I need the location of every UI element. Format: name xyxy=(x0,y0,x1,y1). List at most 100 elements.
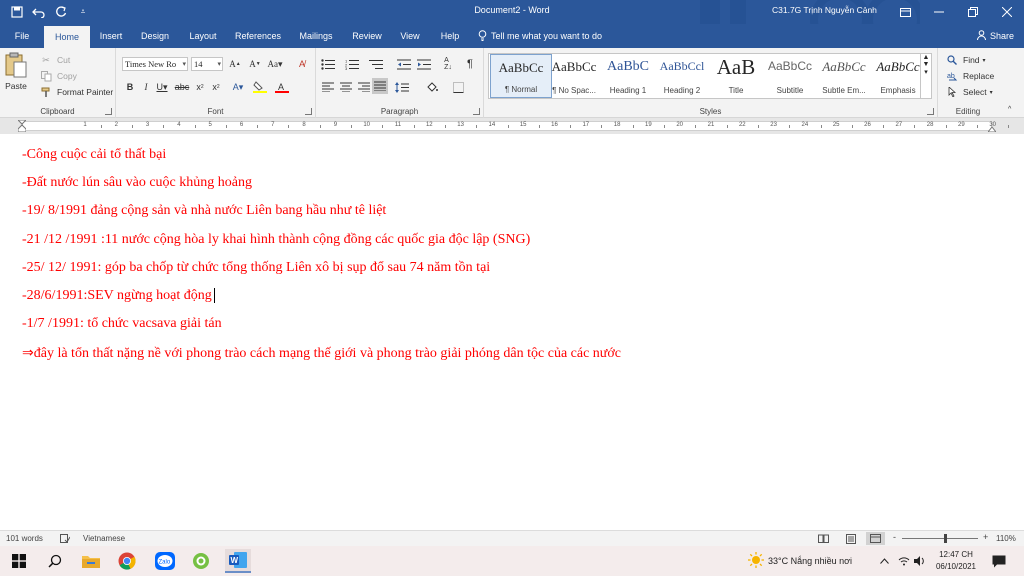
style-title[interactable]: AaB Title xyxy=(705,54,767,98)
align-center-button[interactable] xyxy=(338,80,354,94)
document-page[interactable]: -Công cuộc cải tổ thất bại -Đất nước lún… xyxy=(0,134,1024,530)
font-size-select[interactable]: 14 ▾ xyxy=(191,57,223,71)
style-heading-1[interactable]: AaBbC Heading 1 xyxy=(597,54,659,98)
shrink-font-button[interactable]: A ▼ xyxy=(247,57,263,71)
replace-button[interactable]: ab Replace xyxy=(944,69,995,83)
document-line[interactable]: -1/7 /1991: tổ chức vacsava giải tán xyxy=(22,316,222,332)
word-count[interactable]: 101 words xyxy=(6,534,43,543)
document-line[interactable]: -Đất nước lún sâu vào cuộc khủng hoảng xyxy=(22,175,252,191)
show-formatting-button[interactable]: ¶ xyxy=(462,57,478,71)
format-painter-button[interactable]: Format Painter xyxy=(38,85,113,99)
tab-view[interactable]: View xyxy=(394,24,426,48)
style-subtle-emphasis[interactable]: AaBbCc Subtle Em... xyxy=(813,54,875,98)
zalo-icon[interactable]: Zalo xyxy=(152,549,178,573)
read-mode-icon[interactable] xyxy=(818,534,829,543)
document-line[interactable]: -21 /12 /1991 :11 nước cộng hòa ly khai … xyxy=(22,232,530,248)
zoom-slider-track[interactable] xyxy=(902,538,978,539)
file-explorer-icon[interactable] xyxy=(78,549,104,573)
tell-me-box[interactable]: Tell me what you want to do xyxy=(478,24,602,48)
zoom-slider-thumb[interactable] xyxy=(944,534,947,543)
align-left-button[interactable] xyxy=(320,80,336,94)
paragraph-launcher-icon[interactable] xyxy=(473,108,480,115)
ribbon-display-options-icon[interactable] xyxy=(888,0,922,24)
borders-button[interactable] xyxy=(450,80,466,94)
chevron-down-icon[interactable]: ▼ xyxy=(921,61,931,68)
sort-button[interactable]: A Z↓ xyxy=(440,57,456,71)
zoom-level[interactable]: 110% xyxy=(996,534,1016,543)
print-layout-icon[interactable] xyxy=(846,534,856,544)
select-button[interactable]: Select ▾ xyxy=(944,85,993,99)
document-line[interactable]: -19/ 8/1991 đảng cộng sản và nhà nước Li… xyxy=(22,203,386,219)
word-taskbar-icon[interactable]: W xyxy=(225,549,251,573)
tab-references[interactable]: References xyxy=(230,24,286,48)
chrome-icon[interactable] xyxy=(114,549,140,573)
align-right-button[interactable] xyxy=(356,80,372,94)
cut-button[interactable]: ✂ Cut xyxy=(38,53,70,67)
zoom-in-button[interactable]: + xyxy=(983,532,988,542)
shading-button[interactable] xyxy=(424,80,440,94)
minimize-icon[interactable] xyxy=(922,0,956,24)
justify-button[interactable] xyxy=(372,78,388,94)
search-icon[interactable] xyxy=(42,549,68,573)
font-family-select[interactable]: Times New Ro ▾ xyxy=(122,57,188,71)
wifi-icon[interactable] xyxy=(898,546,910,576)
style-subtitle[interactable]: AaBbCc Subtitle xyxy=(759,54,821,98)
italic-button[interactable]: I xyxy=(138,80,154,94)
coc-coc-browser-icon[interactable] xyxy=(188,549,214,573)
zoom-out-button[interactable]: - xyxy=(893,532,896,542)
bold-button[interactable]: B xyxy=(122,80,138,94)
weather-widget[interactable]: 33°C Nắng nhiều nơi xyxy=(748,546,852,576)
increase-indent-button[interactable] xyxy=(416,57,432,71)
document-line[interactable]: ⇒đây là tổn thất nặng nề với phong trào … xyxy=(22,345,621,362)
subscript-button[interactable]: x2 xyxy=(192,80,208,94)
tab-layout[interactable]: Layout xyxy=(182,24,224,48)
web-layout-icon[interactable] xyxy=(866,532,885,545)
tab-mailings[interactable]: Mailings xyxy=(292,24,340,48)
document-line-current[interactable]: -28/6/1991:SEV ngừng hoạt động xyxy=(22,288,215,304)
tab-file[interactable]: File xyxy=(6,24,38,48)
highlight-button[interactable] xyxy=(252,80,268,94)
superscript-button[interactable]: x2 xyxy=(208,80,224,94)
style-heading-2[interactable]: AaBbCcl Heading 2 xyxy=(651,54,713,98)
chevron-up-icon[interactable]: ▲ xyxy=(921,54,931,61)
user-account[interactable]: C31.7G Trịnh Nguyễn Cảnh xyxy=(772,5,877,15)
tab-home[interactable]: Home xyxy=(44,26,90,48)
tab-help[interactable]: Help xyxy=(434,24,466,48)
indent-marker-icon[interactable] xyxy=(16,119,28,133)
tab-insert[interactable]: Insert xyxy=(92,24,130,48)
underline-button[interactable]: U▾ xyxy=(154,80,170,94)
multilevel-list-button[interactable] xyxy=(368,57,384,71)
windows-start-icon[interactable] xyxy=(6,549,32,573)
proofing-icon[interactable] xyxy=(60,534,70,543)
close-icon[interactable] xyxy=(990,0,1024,24)
grow-font-button[interactable]: A ▲ xyxy=(227,57,243,71)
notification-icon[interactable] xyxy=(992,546,1006,576)
volume-icon[interactable] xyxy=(914,546,926,576)
decrease-indent-button[interactable] xyxy=(396,57,412,71)
show-hidden-icons[interactable] xyxy=(880,546,889,576)
styles-scroll[interactable]: ▲ ▼ ▾ xyxy=(920,53,932,99)
language-indicator[interactable]: Vietnamese xyxy=(83,534,125,543)
font-launcher-icon[interactable] xyxy=(305,108,312,115)
share-button[interactable]: Share xyxy=(976,24,1014,48)
styles-launcher-icon[interactable] xyxy=(927,108,934,115)
tab-review[interactable]: Review xyxy=(346,24,388,48)
clear-formatting-button[interactable]: A̸ xyxy=(294,57,310,71)
document-line[interactable]: -25/ 12/ 1991: góp ba chốp từ chức tổng … xyxy=(22,260,490,276)
more-styles-icon[interactable]: ▾ xyxy=(921,68,931,76)
right-indent-marker-icon[interactable] xyxy=(986,124,998,133)
bullets-button[interactable] xyxy=(320,57,336,71)
line-spacing-button[interactable] xyxy=(394,80,410,94)
font-color-button[interactable]: A xyxy=(274,80,290,94)
tab-design[interactable]: Design xyxy=(134,24,176,48)
collapse-ribbon-icon[interactable]: ^ xyxy=(1008,106,1011,113)
find-button[interactable]: Find ▾ xyxy=(944,53,986,67)
text-effects-button[interactable]: A▾ xyxy=(230,80,246,94)
numbering-button[interactable]: 123 xyxy=(344,57,360,71)
system-clock[interactable]: 12:47 CH 06/10/2021 xyxy=(930,549,982,573)
style-no-spacing[interactable]: AaBbCc ¶ No Spac... xyxy=(543,54,605,98)
copy-button[interactable]: Copy xyxy=(38,69,77,83)
document-line[interactable]: -Công cuộc cải tổ thất bại xyxy=(22,147,166,163)
restore-icon[interactable] xyxy=(956,0,990,24)
clipboard-launcher-icon[interactable] xyxy=(105,108,112,115)
